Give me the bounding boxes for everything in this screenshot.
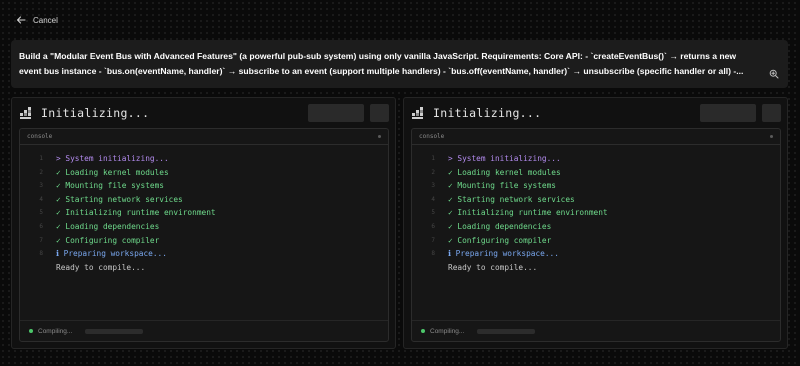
build-panel-right: Initializing... console 1 > System initia…	[403, 97, 788, 349]
console-dot-icon	[378, 135, 381, 138]
status-dot-icon	[29, 329, 33, 333]
line-number	[412, 261, 435, 275]
line-text: ✓ Mounting file systems	[448, 181, 556, 191]
line-number: 6	[431, 222, 435, 230]
line-text: ✓ Configuring compiler	[56, 235, 160, 245]
prompt-box[interactable]: Build a "Modular Event Bus with Advanced…	[11, 40, 788, 88]
console-line: 1 > System initializing...	[20, 152, 216, 166]
panel-title: Initializing...	[433, 106, 542, 120]
zoom-in-icon[interactable]	[769, 69, 779, 79]
line-number: 2	[431, 168, 435, 176]
line-text: ✓ Initializing runtime environment	[448, 208, 608, 218]
status-text: Compiling...	[38, 327, 73, 335]
placeholder-icon-button[interactable]	[370, 104, 389, 122]
console-line: 2 ✓ Loading kernel modules	[412, 166, 608, 180]
console-line: 7 ✓ Configuring compiler	[20, 234, 216, 248]
line-number: 1	[431, 155, 435, 162]
placeholder-button[interactable]	[700, 104, 756, 122]
console-window: console 1 > System initializing... 2 ✓ Loa…	[411, 128, 781, 342]
line-text: Ready to compile...	[56, 262, 146, 272]
line-text: > System initializing...	[448, 154, 561, 163]
line-text: ✓ Loading kernel modules	[56, 167, 169, 177]
console-line: 6 ✓ Loading dependencies	[20, 220, 216, 234]
line-number: 8	[431, 250, 435, 258]
build-panel-left: Initializing... console 1 > System initia…	[11, 97, 396, 349]
prompt-text: Build a "Modular Event Bus with Advanced…	[19, 51, 744, 76]
console-line: 5 ✓ Initializing runtime environment	[20, 206, 216, 220]
console-line: 8 ℹ Preparing workspace...	[20, 247, 216, 261]
console-line: 7 ✓ Configuring compiler	[412, 234, 608, 248]
status-text: Compiling...	[430, 327, 465, 335]
line-text: ✓ Mounting file systems	[56, 181, 164, 191]
line-number: 5	[39, 209, 43, 217]
terminal-grid-icon	[20, 107, 31, 119]
panel-title: Initializing...	[41, 106, 150, 120]
placeholder-button[interactable]	[308, 104, 364, 122]
line-number	[20, 261, 43, 275]
status-bar: Compiling...	[412, 320, 780, 341]
console-lines: 1 > System initializing... 2 ✓ Loading ker…	[412, 152, 608, 275]
line-number: 1	[39, 155, 43, 162]
console-label: console	[419, 133, 445, 140]
console-line: Ready to compile...	[412, 261, 608, 275]
placeholder-icon-button[interactable]	[762, 104, 781, 122]
line-text: > System initializing...	[56, 154, 169, 163]
console-lines: 1 > System initializing... 2 ✓ Loading ker…	[20, 152, 216, 275]
line-number: 3	[39, 182, 43, 190]
arrow-left-icon	[16, 16, 26, 24]
line-text: ✓ Loading dependencies	[448, 221, 552, 231]
line-number: 3	[431, 182, 435, 190]
line-number: 8	[39, 250, 43, 258]
cancel-label: Cancel	[33, 15, 58, 25]
console-line: 3 ✓ Mounting file systems	[412, 179, 608, 193]
console-line: 6 ✓ Loading dependencies	[412, 220, 608, 234]
status-placeholder-bar	[85, 328, 144, 334]
status-bar: Compiling...	[20, 320, 388, 341]
line-number: 4	[39, 195, 43, 203]
console-line: 4 ✓ Starting network services	[412, 193, 608, 207]
console-label: console	[27, 133, 53, 140]
line-number: 2	[39, 168, 43, 176]
line-number: 7	[431, 236, 435, 244]
line-text: ✓ Starting network services	[448, 194, 575, 204]
console-line: 8 ℹ Preparing workspace...	[412, 247, 608, 261]
line-number: 7	[39, 236, 43, 244]
console-line: 3 ✓ Mounting file systems	[20, 179, 216, 193]
line-text: ✓ Loading kernel modules	[448, 167, 561, 177]
line-text: ℹ Preparing workspace...	[448, 249, 559, 259]
terminal-grid-icon	[412, 107, 423, 119]
line-number: 4	[431, 195, 435, 203]
console-line: Ready to compile...	[20, 261, 216, 275]
console-window: console 1 > System initializing... 2 ✓ Loa…	[19, 128, 389, 342]
status-dot-icon	[421, 329, 425, 333]
line-text: ✓ Starting network services	[56, 194, 183, 204]
line-text: ✓ Configuring compiler	[448, 235, 552, 245]
console-header: console	[20, 129, 388, 145]
line-text: Ready to compile...	[448, 262, 538, 272]
line-number: 6	[39, 222, 43, 230]
cancel-button[interactable]: Cancel	[16, 13, 58, 27]
status-placeholder-bar	[477, 328, 536, 334]
console-line: 4 ✓ Starting network services	[20, 193, 216, 207]
console-line: 5 ✓ Initializing runtime environment	[412, 206, 608, 220]
line-number: 5	[431, 209, 435, 217]
console-header: console	[412, 129, 780, 145]
line-text: ℹ Preparing workspace...	[56, 249, 167, 259]
line-text: ✓ Loading dependencies	[56, 221, 160, 231]
console-line: 1 > System initializing...	[412, 152, 608, 166]
console-dot-icon	[770, 135, 773, 138]
console-line: 2 ✓ Loading kernel modules	[20, 166, 216, 180]
line-text: ✓ Initializing runtime environment	[56, 208, 216, 218]
